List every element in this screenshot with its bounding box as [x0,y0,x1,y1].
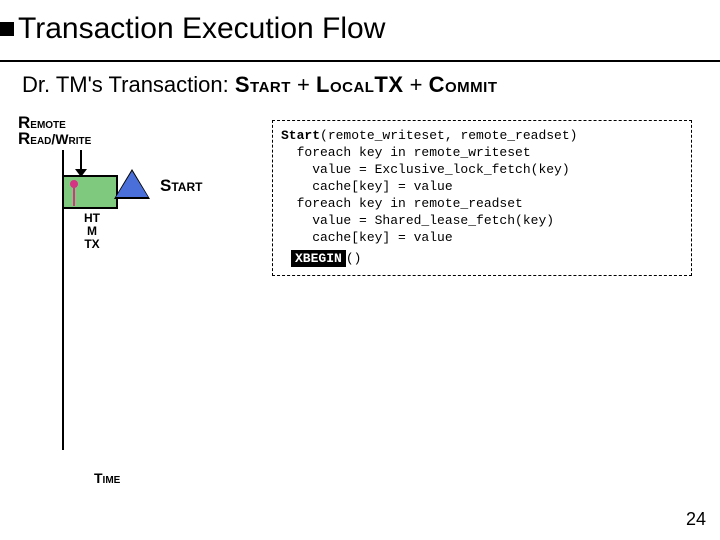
code-l5: foreach key in remote_readset [281,196,523,211]
slide-title: Transaction Execution Flow [18,12,385,46]
subtitle-plus2: + [404,72,429,97]
remote-rite: rite [69,131,92,147]
subtitle-commit: Commit [429,72,498,97]
page-number: 24 [686,509,706,530]
xbegin-parens: () [346,251,362,266]
remote-r2: R [18,129,30,148]
start-pseudocode-box: Start(remote_writeset, remote_readset) f… [272,120,692,276]
code-start-kw: Start [281,128,320,143]
time-text: Time [94,470,120,486]
code-l6: value = Shared_lease_fetch(key) [281,213,554,228]
marker-dash [73,186,75,206]
remote-emote: emote [30,115,66,131]
time-axis-label: Time [94,470,120,486]
subtitle-start: Start [235,72,291,97]
htm-l3: TX [78,238,106,251]
title-accent-square [0,22,14,36]
remote-ead: ead [30,131,51,147]
subtitle-localtx: LocalTX [316,72,404,97]
title-divider [0,60,720,62]
xbegin-badge: XBEGIN [291,250,346,267]
code-xbegin-row: XBEGIN() [291,250,683,267]
code-l7: cache[key] = value [281,230,453,245]
start-triangle-icon [116,171,148,197]
subtitle-plus1: + [291,72,316,97]
code-l4: cache[key] = value [281,179,453,194]
subtitle-prefix: Dr. TM's Transaction: [22,72,235,97]
code-l2: foreach key in remote_writeset [281,145,531,160]
code-l1b: (remote_writeset, remote_readset) [320,128,577,143]
remote-slashw: /W [51,131,68,147]
start-label-text: Start [160,176,202,195]
start-label: Start [160,176,202,196]
code-l3: value = Exclusive_lock_fetch(key) [281,162,570,177]
htm-tx-label: HT M TX [78,212,106,251]
subtitle: Dr. TM's Transaction: Start + LocalTX + … [22,72,498,98]
remote-rw-label: Remote Read/Write [18,115,91,147]
